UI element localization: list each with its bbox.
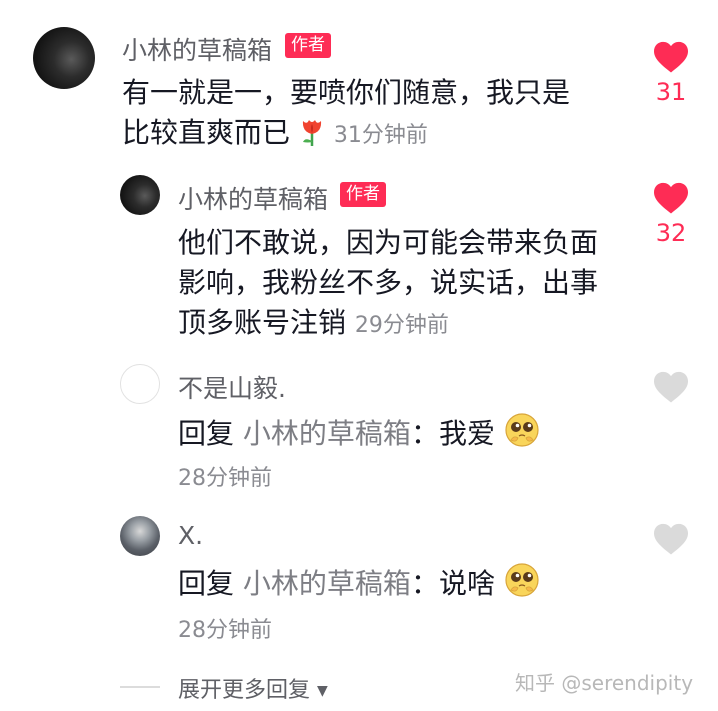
timestamp: 31分钟前 [333, 123, 428, 148]
like-count: 31 [655, 78, 687, 106]
comment-line: 他们不敢说，因为可能会带来负面 [178, 226, 599, 259]
comment-text: 回复 小林的草稿箱：我爱 [178, 412, 540, 459]
comment-line: 顶多账号注销 29分钟前 [178, 303, 598, 346]
like-button[interactable] [651, 522, 691, 556]
comment-line: 有一就是一，要喷你们随意，我只是 [122, 76, 571, 109]
comment-text: 有一就是一，要喷你们随意，我只是 比较直爽而已 31分钟前 [122, 73, 570, 158]
username[interactable]: X. [178, 521, 203, 550]
reply-target[interactable]: 小林的草稿箱 [243, 417, 411, 450]
heart-icon [654, 182, 688, 214]
heart-icon [654, 523, 688, 555]
like-button[interactable]: 31 [651, 40, 691, 106]
tulip-emoji [299, 115, 325, 158]
expand-more-replies[interactable]: 展开更多回复 ▼ [178, 672, 328, 704]
author-badge: 作者 [340, 182, 386, 207]
comment-line: 影响，我粉丝不多，说实话，出事 [178, 266, 599, 299]
timestamp: 29分钟前 [354, 313, 449, 338]
reply-target[interactable]: 小林的草稿箱 [243, 567, 411, 600]
pleading-face-emoji [504, 562, 540, 609]
author-badge: 作者 [285, 33, 331, 58]
like-button[interactable] [651, 370, 691, 404]
avatar[interactable] [120, 175, 160, 215]
comment-line-text: 比较直爽而已 [122, 116, 291, 149]
triangle-down-icon: ▼ [317, 683, 328, 699]
reply-text: ：说啥 [410, 567, 495, 600]
like-button[interactable]: 32 [651, 181, 691, 247]
heart-icon [654, 371, 688, 403]
username[interactable]: 不是山毅. [178, 369, 286, 405]
reply-prefix: 回复 [178, 417, 235, 450]
comment-line-text: 顶多账号注销 [178, 306, 347, 339]
comment-line: 比较直爽而已 31分钟前 [122, 113, 570, 158]
watermark: 知乎 @serendipity [515, 671, 694, 695]
username[interactable]: 小林的草稿箱 [122, 31, 272, 67]
timestamp: 28分钟前 [178, 618, 272, 643]
divider [120, 686, 160, 688]
heart-icon [654, 41, 688, 73]
avatar[interactable] [120, 516, 160, 556]
avatar[interactable] [120, 364, 160, 404]
comment-text: 他们不敢说，因为可能会带来负面 影响，我粉丝不多，说实话，出事 顶多账号注销 2… [178, 223, 598, 346]
reply-text: ：我爱 [410, 417, 495, 450]
username[interactable]: 小林的草稿箱 [178, 180, 328, 216]
pleading-face-emoji [504, 412, 540, 459]
like-count: 32 [655, 219, 687, 247]
expand-more-label: 展开更多回复 [178, 678, 311, 703]
timestamp: 28分钟前 [178, 466, 272, 491]
avatar[interactable] [33, 27, 95, 89]
comment-text: 回复 小林的草稿箱：说啥 [178, 562, 540, 609]
reply-prefix: 回复 [178, 567, 235, 600]
